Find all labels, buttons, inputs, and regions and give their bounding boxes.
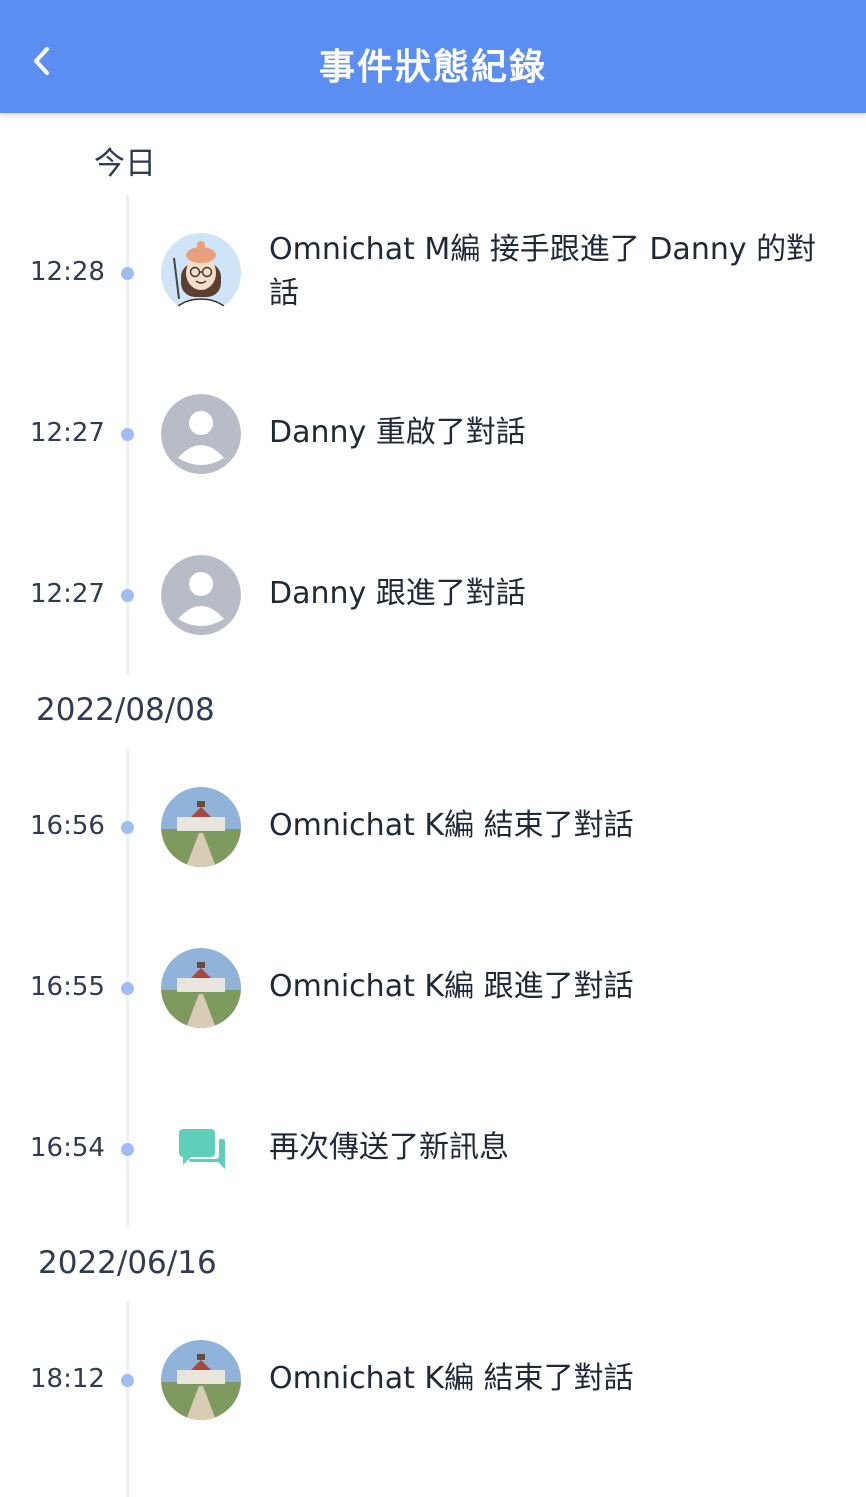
event-text: Omnichat K編 跟進了對話: [269, 969, 634, 1004]
timeline-dot: [121, 428, 134, 441]
date-heading: 今日: [94, 146, 156, 182]
default-user-avatar: [161, 394, 241, 474]
timeline-dot: [121, 1374, 134, 1387]
default-user-avatar: [161, 555, 241, 635]
timeline-dot: [121, 1143, 134, 1156]
cartoon-avatar: [161, 233, 241, 313]
event-text: Danny 跟進了對話: [269, 576, 526, 611]
timeline-dot: [121, 589, 134, 602]
date-heading: 2022/08/08: [36, 692, 215, 728]
event-time: 16:55: [30, 972, 105, 1002]
event-text: Danny 重啟了對話: [269, 415, 526, 450]
timeline-dot: [121, 267, 134, 280]
building-photo-avatar: [161, 948, 241, 1028]
timeline-dot: [121, 982, 134, 995]
event-time: 16:56: [30, 811, 105, 841]
event-text: Omnichat M編 接手跟進了 Danny 的對話: [269, 232, 817, 311]
event-text: Omnichat K編 結束了對話: [269, 808, 634, 843]
event-time: 12:28: [30, 257, 105, 287]
building-photo-avatar: [161, 787, 241, 867]
event-text: 再次傳送了新訊息: [269, 1130, 509, 1165]
event-time: 16:54: [30, 1133, 105, 1163]
timeline-rail: [126, 1301, 129, 1497]
event-time: 12:27: [30, 418, 105, 448]
event-time: 18:12: [30, 1364, 105, 1394]
timeline-dot: [121, 821, 134, 834]
event-text: Omnichat K編 結束了對話: [269, 1361, 634, 1396]
page-title: 事件狀態紀錄: [318, 47, 547, 88]
building-photo-avatar: [161, 1340, 241, 1420]
chat-bubbles-icon: [161, 1109, 241, 1189]
date-heading: 2022/06/16: [38, 1245, 217, 1281]
app-header: 事件狀態紀錄: [0, 0, 866, 113]
event-time: 12:27: [30, 579, 105, 609]
